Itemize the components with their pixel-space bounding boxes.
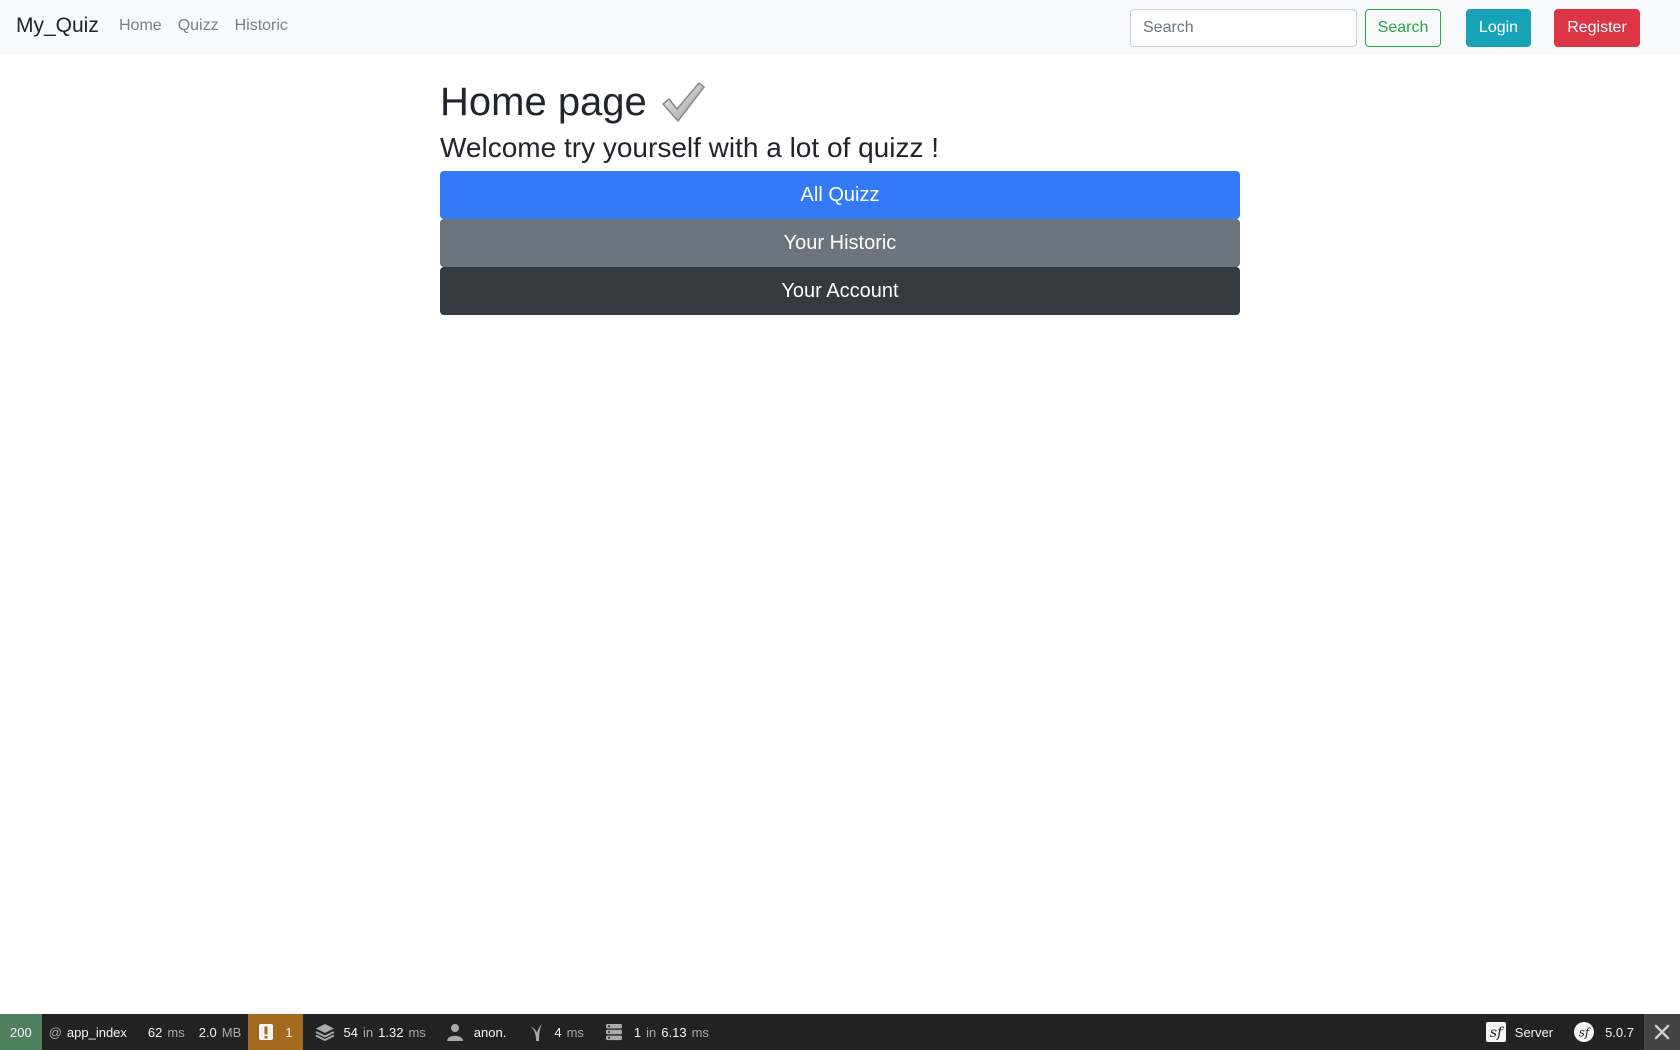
user-name: anon.	[473, 1024, 507, 1040]
page-title: Home page	[440, 78, 1240, 126]
nav-link-home[interactable]: Home	[119, 17, 162, 35]
route-item[interactable]: @ app_index	[42, 1014, 134, 1050]
welcome-subtitle: Welcome try yourself with a lot of quizz…	[440, 132, 939, 163]
your-historic-button[interactable]: Your Historic	[440, 219, 1240, 268]
search-button[interactable]: Search	[1365, 9, 1441, 47]
main-content: Home page Welcome try yourself with a lo…	[440, 70, 1240, 316]
database-icon	[605, 1023, 623, 1041]
register-button[interactable]: Register	[1554, 9, 1640, 47]
debug-toolbar: 200 @ app_index 62 ms 2.0 MB 1 54 in 1.3…	[0, 1014, 1680, 1050]
cache-time: 1.32	[378, 1024, 404, 1040]
memory-unit: MB	[221, 1024, 242, 1040]
status-code: 200	[10, 1024, 32, 1040]
all-quizz-button[interactable]: All Quizz	[440, 171, 1240, 220]
database-item[interactable]: 1 in 6.13 ms	[591, 1014, 716, 1050]
cache-item[interactable]: 54 in 1.32 ms	[303, 1014, 433, 1050]
db-unit: ms	[691, 1024, 709, 1040]
exclamation-icon	[258, 1023, 274, 1041]
nav-link-historic[interactable]: Historic	[235, 17, 288, 35]
top-navbar: My_Quiz Home Quizz Historic Search Login…	[0, 0, 1680, 55]
layers-icon	[315, 1023, 335, 1041]
route-prefix: @	[48, 1024, 62, 1040]
nav-link-quizz[interactable]: Quizz	[178, 17, 219, 35]
status-code-badge[interactable]: 200	[0, 1014, 42, 1050]
logs-warning-item[interactable]: 1	[248, 1014, 303, 1050]
toolbar-right: sf Server sf 5.0.7	[1479, 1014, 1680, 1050]
cache-in: in	[363, 1024, 374, 1040]
brand-link[interactable]: My_Quiz	[16, 14, 99, 38]
route-name: app_index	[66, 1024, 127, 1040]
page-title-text: Home page	[440, 80, 647, 124]
check-mark-icon	[659, 78, 707, 126]
user-icon	[446, 1023, 463, 1041]
search-input[interactable]	[1130, 9, 1357, 47]
request-time-value: 62	[147, 1024, 163, 1040]
symfony-version-item[interactable]: sf 5.0.7	[1567, 1014, 1644, 1050]
symfony-server-icon: sf	[1485, 1022, 1506, 1042]
twig-unit: ms	[566, 1024, 584, 1040]
twig-icon	[529, 1023, 543, 1041]
twig-item[interactable]: 4 ms	[513, 1014, 591, 1050]
your-account-button[interactable]: Your Account	[440, 267, 1240, 316]
close-toolbar-button[interactable]	[1644, 1014, 1680, 1050]
db-queries: 1	[633, 1024, 642, 1040]
request-time-item[interactable]: 62 ms	[134, 1014, 192, 1050]
server-item[interactable]: sf Server	[1479, 1014, 1567, 1050]
memory-item[interactable]: 2.0 MB	[192, 1014, 249, 1050]
login-button[interactable]: Login	[1466, 9, 1531, 47]
close-icon	[1654, 1024, 1670, 1040]
server-label: Server	[1514, 1024, 1554, 1040]
cache-calls: 54	[343, 1024, 358, 1040]
symfony-version: 5.0.7	[1605, 1024, 1634, 1040]
db-time: 6.13	[661, 1024, 687, 1040]
twig-time: 4	[554, 1024, 562, 1040]
request-time-unit: ms	[167, 1024, 185, 1040]
cache-unit: ms	[408, 1024, 426, 1040]
symfony-logo-icon: sf	[1574, 1022, 1595, 1042]
warnings-count: 1	[285, 1024, 293, 1040]
memory-value: 2.0	[198, 1024, 217, 1040]
user-item[interactable]: anon.	[433, 1014, 514, 1050]
nav-links: Home Quizz Historic	[119, 17, 288, 35]
db-in: in	[646, 1024, 657, 1040]
